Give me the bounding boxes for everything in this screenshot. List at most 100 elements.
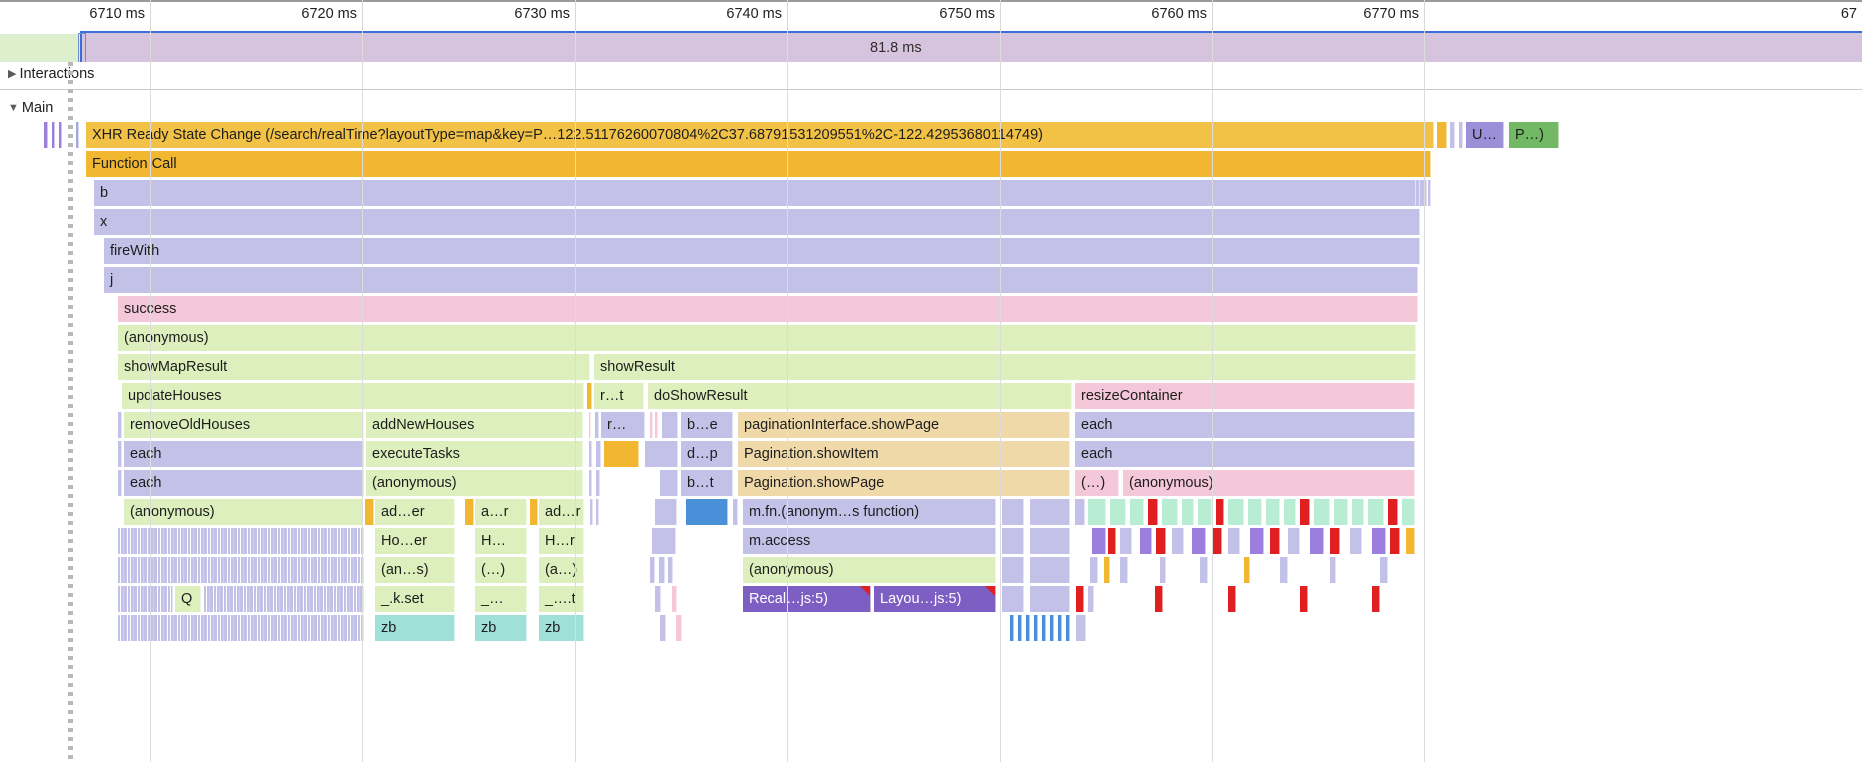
flame-bar-unlabeled[interactable] [596,470,600,496]
timeline-ruler[interactable]: 6710 ms 6720 ms 6730 ms 6740 ms 6750 ms 6760 … [0,0,1862,31]
flame-bar[interactable]: b…t [681,470,733,496]
flame-bar-unlabeled[interactable] [1350,528,1362,554]
flame-bar-unlabeled[interactable] [204,586,364,612]
flame-bar[interactable]: showResult [594,354,1416,380]
flame-bar[interactable]: (…) [475,557,527,583]
flame-bar-unlabeled[interactable] [655,412,658,438]
flame-bar-unlabeled[interactable] [672,586,677,612]
flame-bar[interactable]: m.fn.(anonym…s function) [743,499,996,525]
flame-bar-unlabeled[interactable] [1075,499,1085,525]
flame-bar-unlabeled[interactable] [645,441,678,467]
flame-bar[interactable]: success [118,296,1418,322]
flame-bar-unlabeled[interactable] [1120,557,1128,583]
flame-bar-unlabeled[interactable] [1406,528,1415,554]
flame-bar[interactable]: (an…s) [375,557,455,583]
flame-bar-unlabeled[interactable] [1388,499,1398,525]
flame-bar[interactable]: ad…r [539,499,584,525]
flame-bar-unlabeled[interactable] [590,499,593,525]
flame-bar-unlabeled[interactable] [59,122,62,148]
flame-bar-unlabeled[interactable] [465,499,474,525]
flame-bar[interactable]: Layou…js:5) [874,586,996,612]
flame-bar[interactable]: _… [475,586,527,612]
flame-bar-unlabeled[interactable] [1228,586,1236,612]
flame-bar[interactable]: addNewHouses [366,412,583,438]
flame-bar[interactable]: x [94,209,1420,235]
flame-bar-unlabeled[interactable] [1160,557,1166,583]
flame-bar-unlabeled[interactable] [589,441,592,467]
flame-bar-unlabeled[interactable] [1228,499,1244,525]
flame-bar-unlabeled[interactable] [596,441,601,467]
track-main[interactable]: ▼ Main [0,96,1862,123]
flame-bar-unlabeled[interactable] [1314,499,1330,525]
flame-bar-unlabeled[interactable] [676,615,682,641]
flame-bar-unlabeled[interactable] [1212,528,1222,554]
flame-bar-unlabeled[interactable] [118,412,122,438]
chevron-right-icon[interactable]: ▶ [8,68,16,80]
flame-bar[interactable]: H… [475,528,527,554]
flame-bar-unlabeled[interactable] [1428,180,1431,206]
flame-bar[interactable]: (…) [1075,470,1119,496]
flame-bar[interactable]: executeTasks [366,441,583,467]
flame-bar-unlabeled[interactable] [668,557,673,583]
flame-bar-unlabeled[interactable] [1030,586,1070,612]
flame-bar[interactable]: zb [375,615,455,641]
flame-bar-unlabeled[interactable] [1390,528,1400,554]
flame-bar[interactable]: (anonymous) [743,557,996,583]
flame-bar[interactable]: updateHouses [122,383,584,409]
flame-bar-unlabeled[interactable] [662,412,678,438]
flame-bar-unlabeled[interactable] [530,499,538,525]
flame-bar-unlabeled[interactable] [659,557,665,583]
flame-bar-unlabeled[interactable] [660,470,678,496]
flame-bar-unlabeled[interactable] [1140,528,1152,554]
flame-bar-unlabeled[interactable] [1076,586,1084,612]
flame-bar-unlabeled[interactable] [1092,528,1106,554]
flame-bar-unlabeled[interactable] [1002,586,1024,612]
flame-bar-unlabeled[interactable] [1148,499,1158,525]
flame-bar-unlabeled[interactable] [1250,528,1264,554]
flame-bar-unlabeled[interactable] [1288,528,1300,554]
flame-bar-unlabeled[interactable] [1066,615,1070,641]
flame-bar[interactable]: each [1075,412,1415,438]
flame-bar-unlabeled[interactable] [1156,528,1166,554]
flame-bar[interactable]: zb [539,615,584,641]
flame-bar-unlabeled[interactable] [595,412,599,438]
flame-bar-unlabeled[interactable] [1050,615,1054,641]
flame-bar-unlabeled[interactable] [1030,528,1070,554]
flame-bar-unlabeled[interactable] [1330,557,1336,583]
flame-bar[interactable]: (anonymous) [124,499,363,525]
flame-bar-unlabeled[interactable] [1310,528,1324,554]
flame-bar[interactable]: d…p [681,441,733,467]
flame-bar-unlabeled[interactable] [589,470,592,496]
flame-bar[interactable]: _.k.set [375,586,455,612]
flame-bar-unlabeled[interactable] [604,441,639,467]
flame-bar-unlabeled[interactable] [1030,557,1070,583]
flame-bar-unlabeled[interactable] [660,615,666,641]
chevron-down-icon[interactable]: ▼ [8,102,19,114]
flame-bar[interactable]: m.access [743,528,996,554]
flame-bar-unlabeled[interactable] [655,586,661,612]
flame-chart-canvas[interactable]: XHR Ready State Change (/search/realTime… [0,122,1862,762]
flame-bar-unlabeled[interactable] [365,499,374,525]
flame-bar-unlabeled[interactable] [1372,586,1380,612]
flame-bar-unlabeled[interactable] [1120,528,1132,554]
flame-bar[interactable]: Q [175,586,201,612]
flame-bar-unlabeled[interactable] [1026,615,1030,641]
flame-bar-unlabeled[interactable] [1228,528,1240,554]
flame-bar-unlabeled[interactable] [587,383,592,409]
flame-bar[interactable]: Recal…js:5) [743,586,871,612]
flame-bar-unlabeled[interactable] [1334,499,1348,525]
flame-bar[interactable]: U… [1466,122,1504,148]
flame-bar-unlabeled[interactable] [1300,586,1308,612]
flame-bar-unlabeled[interactable] [733,499,738,525]
flame-bar[interactable]: each [124,441,364,467]
flame-bar[interactable]: a…r [475,499,527,525]
flame-bar-unlabeled[interactable] [650,557,655,583]
flame-bar-unlabeled[interactable] [1266,499,1280,525]
flame-bar[interactable]: r… [601,412,645,438]
flame-bar[interactable]: removeOldHouses [124,412,364,438]
flame-bar[interactable]: each [1075,441,1415,467]
flame-bar-unlabeled[interactable] [1372,528,1386,554]
flame-bar-unlabeled[interactable] [1010,615,1014,641]
flame-bar-unlabeled[interactable] [1108,528,1116,554]
flame-bar-unlabeled[interactable] [118,441,122,467]
